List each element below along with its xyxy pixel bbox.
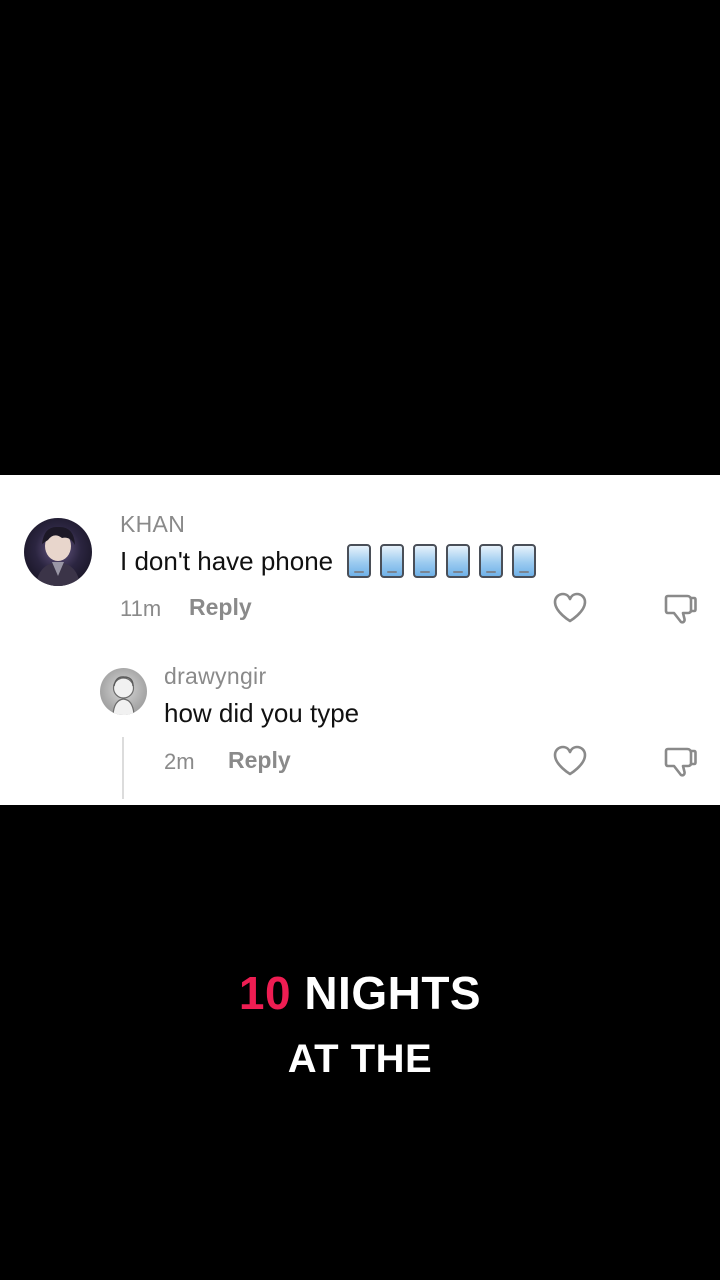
mobile-phone-icon xyxy=(380,544,405,578)
reply-reply-button[interactable]: Reply xyxy=(228,747,291,774)
reply-text-content: how did you type xyxy=(164,697,360,728)
overlay-title-number: 10 xyxy=(238,967,292,1019)
comment-card xyxy=(0,475,720,805)
comment-timestamp: 11m xyxy=(120,596,162,621)
mobile-phone-icon xyxy=(446,544,471,578)
like-heart-icon[interactable] xyxy=(550,588,590,628)
dislike-icon[interactable] xyxy=(660,588,700,628)
comment-text: I don't have phone xyxy=(120,541,537,581)
mobile-phone-icon xyxy=(413,544,438,578)
reply-text: how did you type xyxy=(164,695,359,731)
like-heart-icon[interactable] xyxy=(550,741,590,781)
reply-avatar[interactable] xyxy=(100,668,147,715)
mobile-phone-icon xyxy=(512,544,537,578)
mobile-phone-icon xyxy=(347,544,372,578)
commenter-avatar[interactable] xyxy=(24,518,92,586)
overlay-title-line2: AT THE xyxy=(287,1037,433,1081)
phone-emojis xyxy=(347,544,537,578)
comment-username[interactable]: KHAN xyxy=(120,511,185,538)
thread-divider-line xyxy=(122,737,124,799)
overlay-title-line1: 10 NIGHTS xyxy=(0,966,720,1020)
reply-timestamp: 2m xyxy=(164,749,195,774)
overlay-title-word: NIGHTS xyxy=(304,967,482,1019)
dislike-icon[interactable] xyxy=(660,741,700,781)
comment-reply-button[interactable]: Reply xyxy=(189,594,252,621)
comment-text-content: I don't have phone xyxy=(120,545,334,576)
mobile-phone-icon xyxy=(479,544,504,578)
reply-username[interactable]: drawyngir xyxy=(164,663,266,690)
